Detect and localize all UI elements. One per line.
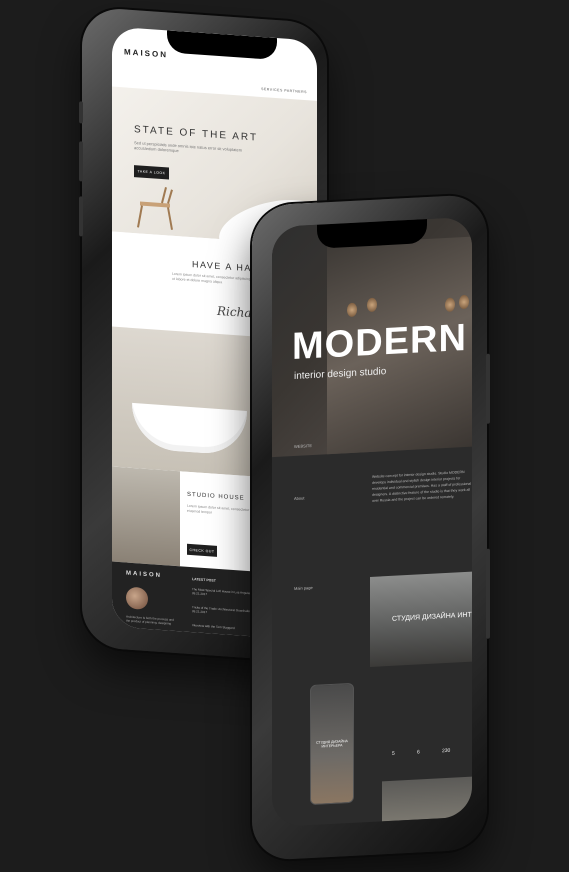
main-page-label: Main page — [294, 584, 313, 591]
footer-text: Architecture is both the process and the… — [126, 614, 174, 626]
power-button — [486, 353, 490, 424]
footer-post[interactable]: Tricks of the Trade: Architectural Guard… — [192, 605, 252, 617]
footer-post[interactable]: Interview with the Tom Staggard — [192, 623, 252, 631]
studio-title: STUDIO HOUSE — [187, 491, 245, 502]
hero-text: Sed ut perspiciatis unde omnis iste natu… — [134, 140, 243, 154]
check-out-button[interactable]: CHECK OUT — [187, 543, 217, 557]
pendant-lamp — [445, 297, 455, 313]
studio-image — [112, 466, 180, 567]
phone-mockup-dark: MODERN interior design studio WEBSITE Ab… — [252, 193, 490, 862]
hero-section: MODERN interior design studio — [272, 216, 472, 458]
latest-post-heading: LATEST POST — [192, 577, 216, 583]
chair-image — [137, 186, 173, 230]
site-nav[interactable]: SERVICES PARTNERS — [261, 87, 307, 94]
take-a-look-button[interactable]: TAKE A LOOK — [134, 165, 169, 180]
pendant-lamp — [347, 302, 357, 318]
bottom-image — [382, 776, 472, 822]
phone-notch — [167, 30, 277, 61]
volume-down-button — [79, 196, 83, 237]
mobile-preview: СТУДИЯ ДИЗАЙНА ИНТЕРЬЕРА — [310, 682, 354, 806]
hero-title: MODERN — [292, 316, 467, 369]
pendant-lamp — [459, 294, 469, 310]
pendant-lamp — [367, 297, 377, 313]
site-logo[interactable]: MAISON — [124, 47, 168, 59]
footer-post[interactable]: The Most Special Loft House in Los Angel… — [192, 587, 252, 599]
dark-site-screen: MODERN interior design studio WEBSITE Ab… — [272, 216, 472, 828]
about-text: Website concept for interior design stud… — [372, 470, 472, 503]
stat-value: 230 — [442, 747, 451, 755]
stat-value: 5 — [392, 750, 395, 757]
side-button — [486, 548, 490, 639]
stat-value: 6 — [417, 749, 420, 756]
post-title[interactable]: Interview with the Tom Staggard — [192, 623, 252, 631]
mobile-preview-text: СТУДИЯ ДИЗАЙНА ИНТЕРЬЕРА — [316, 739, 348, 749]
about-label: About — [294, 495, 305, 501]
footer-logo: MAISON — [126, 570, 162, 580]
volume-up-button — [79, 141, 83, 182]
footer-image — [126, 586, 148, 611]
website-label: WEBSITE — [294, 443, 313, 449]
side-button — [79, 101, 83, 124]
bathtub — [132, 402, 247, 456]
